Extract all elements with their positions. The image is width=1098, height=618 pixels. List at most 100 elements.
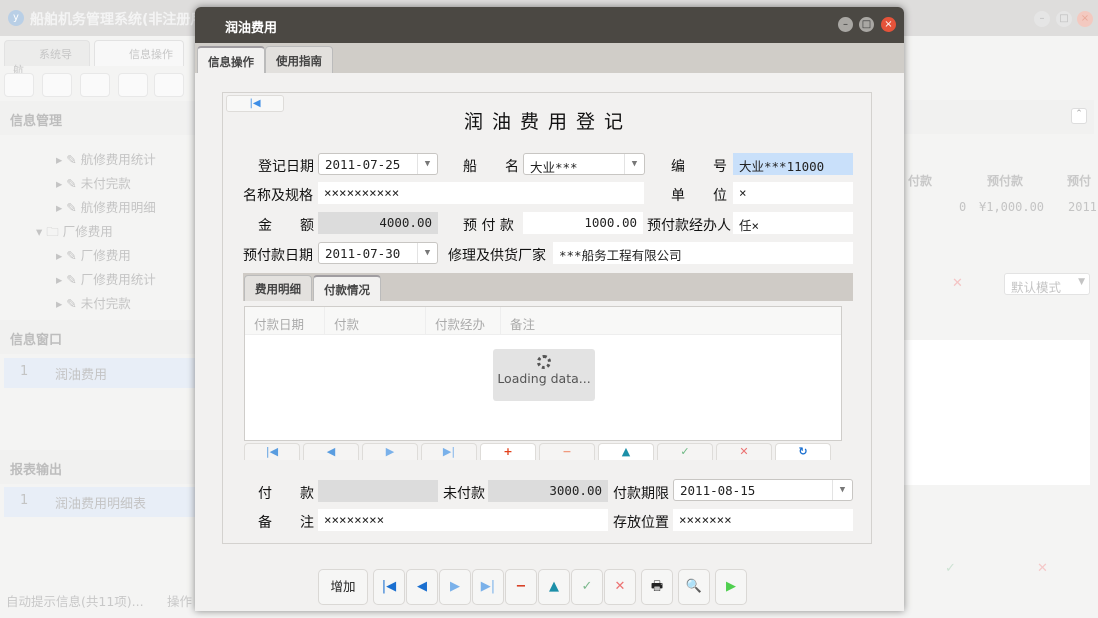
prepay-label: 预 付 款 [463, 215, 514, 235]
spinner-icon [537, 355, 551, 369]
cancel-icon[interactable]: ✕ [604, 569, 636, 605]
tree-item[interactable]: ▸ ✎ 未付完款 [56, 293, 131, 312]
cell: 0 [959, 200, 966, 214]
ship-select[interactable]: 大业***▼ [523, 153, 645, 175]
chevron-down-icon: ▼ [417, 243, 437, 263]
confirm-icon[interactable]: ✓ [657, 443, 713, 460]
collapse-icon[interactable]: ⌃ [1071, 108, 1087, 124]
remark-label: 备 注 [258, 512, 314, 532]
edit-icon[interactable]: ▲ [538, 569, 570, 605]
reg-date-label: 登记日期 [258, 156, 314, 176]
search-tool-icon[interactable] [4, 73, 34, 97]
close-icon[interactable]: × [881, 17, 896, 32]
last-record-icon[interactable]: ▶| [472, 569, 504, 605]
user-tool-icon[interactable] [118, 73, 148, 97]
prepay-handler-field[interactable]: 任× [733, 212, 853, 234]
chevron-down-icon: ▼ [832, 480, 852, 500]
add-button[interactable]: 增加 [318, 569, 368, 605]
paid-label: 付 款 [258, 483, 314, 503]
reg-date-field[interactable]: 2011-07-25▼ [318, 153, 438, 175]
tree-folder[interactable]: ▾ 🗀 厂修费用 [36, 221, 113, 244]
amount-field[interactable]: 4000.00 [318, 212, 438, 234]
first-record-icon[interactable]: |◀ [373, 569, 405, 605]
col-header: 付款 [908, 172, 932, 189]
preview-icon[interactable]: 🔍 [678, 569, 710, 605]
supplier-label: 修理及供货厂家 [448, 245, 546, 265]
remark-field[interactable]: ×××××××× [318, 509, 608, 531]
screen-tool-icon[interactable] [154, 73, 184, 97]
list-tool-icon[interactable] [42, 73, 72, 97]
deadline-field[interactable]: 2011-08-15▼ [673, 479, 853, 501]
col-header[interactable]: 付款 [325, 307, 426, 335]
bottom-toolbar: 增加 |◀ ◀ ▶ ▶| − ▲ ✓ ✕ 🖶 🔍 ▶ [195, 567, 904, 611]
edit-up-icon[interactable]: ▲ [598, 443, 654, 460]
confirm-icon[interactable]: ✓ [945, 561, 956, 576]
refresh-icon[interactable]: ↻ [775, 443, 831, 460]
minimize-icon[interactable]: – [838, 17, 853, 32]
supplier-field[interactable]: ***船务工程有限公司 [553, 242, 853, 264]
tab-system-nav[interactable]: 系统导航 [4, 40, 90, 66]
unit-field[interactable]: × [733, 182, 853, 204]
col-header[interactable]: 付款经办 [426, 307, 501, 335]
chevron-down-icon: ▼ [417, 154, 437, 174]
grid-navigator: |◀ ◀ ▶ ▶| + − ▲ ✓ ✕ ↻ [244, 443, 842, 460]
prepay-field[interactable]: 1000.00 [523, 212, 643, 234]
tab-label: 信息操作 [103, 48, 173, 61]
dialog-title: 润油费用 [225, 17, 277, 36]
cancel-icon[interactable]: ✕ [952, 276, 963, 291]
next-record-icon[interactable]: ▶ [439, 569, 471, 605]
location-field[interactable]: ××××××× [673, 509, 853, 531]
tab-info-ops[interactable]: 信息操作 [197, 46, 265, 73]
location-label: 存放位置 [613, 512, 669, 532]
document-tool-icon[interactable] [80, 73, 110, 97]
prev-icon[interactable]: ◀ [303, 443, 359, 460]
section-info-management: 信息管理 [0, 101, 195, 135]
deadline-label: 付款期限 [613, 483, 669, 503]
close-icon[interactable]: × [1077, 11, 1093, 27]
dialog-title-bar[interactable]: 润油费用 – □ × [195, 7, 904, 43]
next-icon[interactable]: ▶ [362, 443, 418, 460]
tab-payment-status[interactable]: 付款情况 [313, 275, 381, 301]
code-field[interactable]: 大业***11000 [733, 153, 853, 175]
tree-item[interactable]: ▸ ✎ 厂修费用统计 [56, 269, 156, 288]
tab-user-guide[interactable]: 使用指南 [265, 46, 333, 73]
last-icon[interactable]: ▶| [421, 443, 477, 460]
delete-icon[interactable]: − [539, 443, 595, 460]
amount-label: 金 额 [258, 215, 314, 235]
prepay-date-field[interactable]: 2011-07-30▼ [318, 242, 438, 264]
cancel-icon[interactable]: ✕ [1037, 561, 1048, 576]
section-info-window: 信息窗口 [0, 320, 195, 354]
tab-info-ops[interactable]: 信息操作 [94, 40, 184, 66]
payment-grid: 付款日期 付款 付款经办 备注 Loading data... [244, 306, 842, 441]
unpaid-label: 未付款 [443, 483, 485, 503]
delete-icon[interactable]: − [505, 569, 537, 605]
tree-item[interactable]: ▸ ✎ 未付完款 [56, 173, 131, 192]
first-icon[interactable]: |◀ [244, 443, 300, 460]
col-header[interactable]: 付款日期 [245, 307, 325, 335]
col-header[interactable]: 备注 [501, 307, 841, 335]
print-icon[interactable]: 🖶 [641, 569, 673, 605]
add-icon[interactable]: + [480, 443, 536, 460]
status-op: 操作 [167, 591, 192, 610]
paid-field[interactable] [318, 480, 438, 502]
cancel-icon[interactable]: ✕ [716, 443, 772, 460]
report-row[interactable]: 1润油费用明细表 [4, 487, 195, 517]
tree-item[interactable]: ▸ ✎ 航修费用统计 [56, 149, 156, 168]
right-panel-header [904, 100, 1094, 134]
grid-header: 付款日期 付款 付款经办 备注 [245, 307, 841, 335]
tab-fee-detail[interactable]: 费用明细 [244, 275, 312, 301]
unpaid-field[interactable]: 3000.00 [488, 480, 608, 502]
prev-record-icon[interactable]: ◀ [406, 569, 438, 605]
info-window-row[interactable]: 1润油费用 [4, 358, 195, 388]
tree-item[interactable]: ▸ ✎ 航修费用明细 [56, 197, 156, 216]
minimize-icon[interactable]: – [1034, 11, 1050, 27]
mode-select[interactable]: 默认模式▼ [1004, 273, 1090, 295]
run-icon[interactable]: ▶ [715, 569, 747, 605]
save-icon[interactable]: ✓ [571, 569, 603, 605]
dialog-tabs: 信息操作 使用指南 [195, 43, 904, 73]
tree-item[interactable]: ▸ ✎ 厂修费用 [56, 245, 131, 264]
maximize-icon[interactable]: □ [1056, 11, 1072, 27]
col-header: 预付 [1067, 172, 1091, 189]
maximize-icon[interactable]: □ [859, 17, 874, 32]
name-spec-field[interactable]: ×××××××××× [318, 182, 644, 204]
